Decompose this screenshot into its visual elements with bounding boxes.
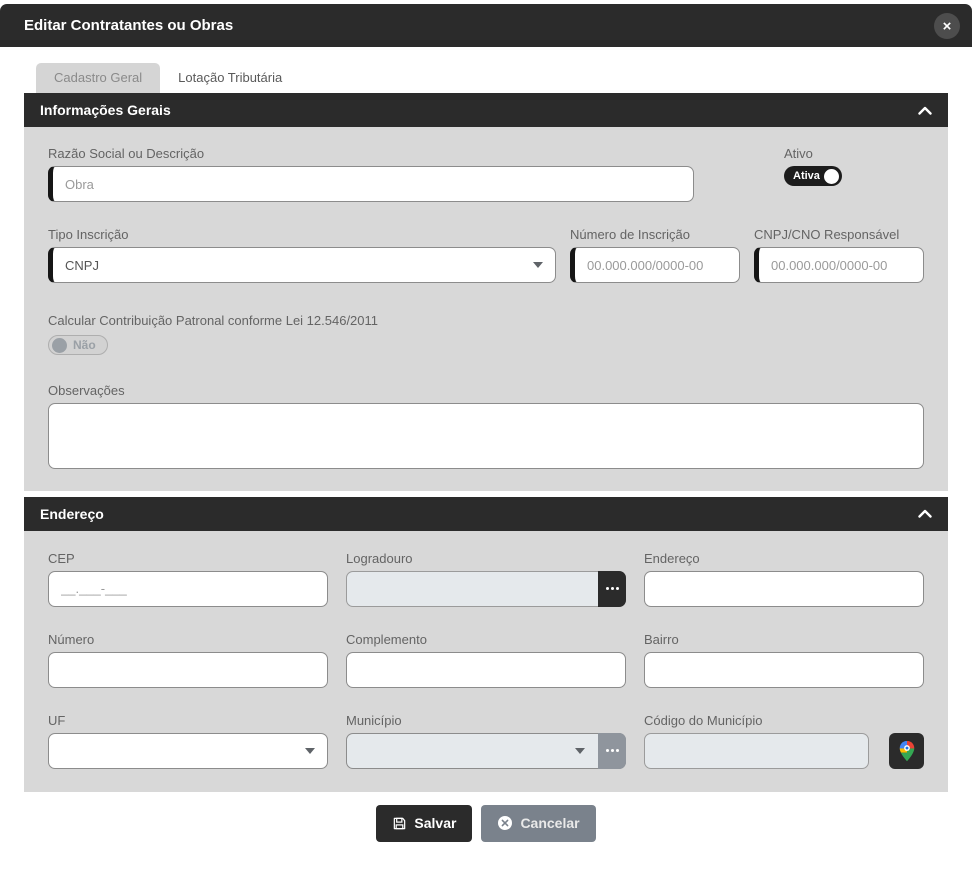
codigo-municipio-input <box>644 733 869 769</box>
calcular-contribuicao-toggle[interactable]: Não <box>48 335 108 355</box>
google-maps-button[interactable] <box>889 733 924 769</box>
save-button-label: Salvar <box>414 815 456 831</box>
logradouro-label: Logradouro <box>346 551 626 566</box>
chevron-down-icon <box>575 748 585 754</box>
calcular-contribuicao-label: Calcular Contribuição Patronal conforme … <box>48 313 924 328</box>
panel-informacoes-gerais: Razão Social ou Descrição Ativo Ativa Ti… <box>24 127 948 491</box>
chevron-up-icon <box>918 509 932 518</box>
panel-endereco: CEP Logradouro Endereço <box>24 531 948 792</box>
ativo-toggle[interactable]: Ativa <box>784 166 842 186</box>
numero-input[interactable] <box>48 652 328 688</box>
close-button[interactable]: × <box>934 13 960 39</box>
modal-footer: Salvar Cancelar <box>0 792 972 872</box>
modal-titlebar: Editar Contratantes ou Obras × <box>0 4 972 47</box>
logradouro-lookup-button[interactable] <box>598 571 626 607</box>
chevron-down-icon <box>305 748 315 754</box>
save-icon <box>392 816 407 831</box>
endereco-input[interactable] <box>644 571 924 607</box>
uf-label: UF <box>48 713 328 728</box>
cancel-icon <box>497 815 513 831</box>
municipio-select <box>346 733 626 769</box>
tipo-inscricao-select[interactable]: CNPJ <box>48 247 556 283</box>
codigo-municipio-label: Código do Município <box>644 713 924 728</box>
modal-title: Editar Contratantes ou Obras <box>24 17 233 34</box>
razao-social-label: Razão Social ou Descrição <box>48 146 694 161</box>
section-header-endereco[interactable]: Endereço <box>24 497 948 531</box>
municipio-label: Município <box>346 713 626 728</box>
numero-inscricao-label: Número de Inscrição <box>570 227 740 242</box>
save-button[interactable]: Salvar <box>376 805 472 842</box>
numero-label: Número <box>48 632 328 647</box>
ativo-toggle-state: Ativa <box>793 170 820 182</box>
numero-inscricao-input[interactable] <box>570 247 740 283</box>
observacoes-label: Observações <box>48 383 924 398</box>
tipo-inscricao-value: CNPJ <box>65 258 99 273</box>
section-title: Endereço <box>40 506 104 522</box>
tab-cadastro-geral[interactable]: Cadastro Geral <box>36 63 160 93</box>
toggle-knob <box>52 338 67 353</box>
bairro-input[interactable] <box>644 652 924 688</box>
cancel-button-label: Cancelar <box>520 815 579 831</box>
bairro-label: Bairro <box>644 632 924 647</box>
calcular-contribuicao-state: Não <box>73 338 96 352</box>
chevron-down-icon <box>533 262 543 268</box>
chevron-up-icon <box>918 106 932 115</box>
tipo-inscricao-label: Tipo Inscrição <box>48 227 556 242</box>
logradouro-input <box>346 571 626 607</box>
tab-lotacao-tributaria[interactable]: Lotação Tributária <box>160 63 300 93</box>
edit-contratantes-modal: Editar Contratantes ou Obras × Cadastro … <box>0 4 972 872</box>
endereco-label: Endereço <box>644 551 924 566</box>
google-maps-pin-icon <box>896 740 918 762</box>
toggle-knob <box>824 169 839 184</box>
complemento-label: Complemento <box>346 632 626 647</box>
cnpj-cno-label: CNPJ/CNO Responsável <box>754 227 924 242</box>
ellipsis-icon <box>606 749 609 752</box>
cep-label: CEP <box>48 551 328 566</box>
modal-body: Cadastro Geral Lotação Tributária Inform… <box>0 63 972 792</box>
cnpj-cno-input[interactable] <box>754 247 924 283</box>
cancel-button[interactable]: Cancelar <box>481 805 595 842</box>
cep-input[interactable] <box>48 571 328 607</box>
uf-select[interactable] <box>48 733 328 769</box>
complemento-input[interactable] <box>346 652 626 688</box>
close-icon: × <box>943 19 952 34</box>
observacoes-textarea[interactable] <box>48 403 924 469</box>
municipio-lookup-button[interactable] <box>598 733 626 769</box>
section-title: Informações Gerais <box>40 102 171 118</box>
razao-social-input[interactable] <box>48 166 694 202</box>
tab-bar: Cadastro Geral Lotação Tributária <box>24 63 948 93</box>
section-header-informacoes-gerais[interactable]: Informações Gerais <box>24 93 948 127</box>
ellipsis-icon <box>606 587 609 590</box>
ativo-label: Ativo <box>784 146 842 161</box>
